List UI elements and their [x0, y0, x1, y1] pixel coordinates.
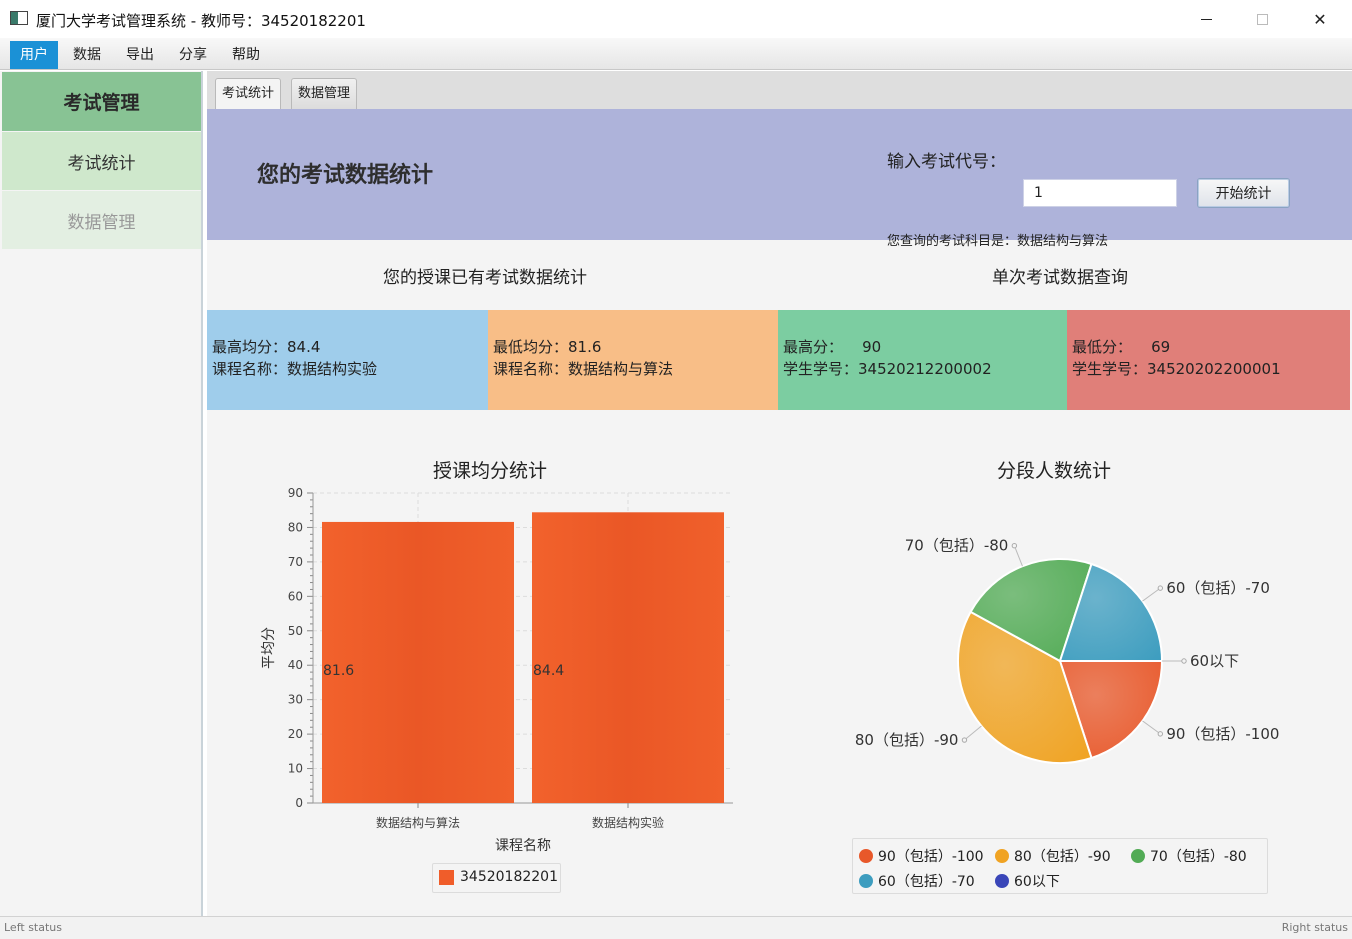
y-tick-label: 10 [288, 762, 303, 776]
bar-chart-title: 授课均分统计 [433, 460, 548, 482]
card-line: 学生学号：34520202200001 [1072, 360, 1281, 378]
y-tick-label: 70 [288, 555, 303, 569]
sidebar: 考试管理 考试统计 数据管理 [0, 71, 203, 916]
y-axis-title: 平均分 [261, 627, 277, 669]
menu-help[interactable]: 帮助 [222, 41, 270, 69]
legend-item: 60以下 [995, 871, 1060, 891]
pie-label: 60（包括）-70 [1166, 579, 1270, 597]
y-tick-label: 80 [288, 520, 303, 534]
pie-leader-line [1013, 545, 1023, 567]
legend-item: 70（包括）-80 [1131, 846, 1247, 866]
app-icon [10, 11, 28, 25]
sidebar-item-data-management[interactable]: 数据管理 [2, 191, 201, 249]
tab-strip: 考试统计 数据管理 [207, 71, 1352, 109]
menu-export[interactable]: 导出 [116, 41, 164, 69]
legend-item: 34520182201 [439, 869, 558, 885]
course-stats-title: 您的授课已有考试数据统计 [383, 268, 587, 288]
tab-exam-stats[interactable]: 考试统计 [215, 78, 282, 109]
menu-share[interactable]: 分享 [169, 41, 217, 69]
pie-leader-dot [961, 737, 968, 743]
y-tick-label: 50 [288, 624, 303, 638]
pie-label: 90（包括）-100 [1166, 725, 1279, 743]
card-line: 课程名称：数据结构与算法 [493, 360, 674, 378]
window-title: 厦门大学考试管理系统 - 教师号：34520182201 [36, 12, 366, 30]
pie-chart: 90（包括）-100 80（包括）-90 70（包括）-80 60（包括）-70 60以… [855, 537, 1279, 764]
pie-leader-dot [1157, 585, 1164, 591]
legend-label: 60以下 [1014, 874, 1060, 890]
legend-item: 90（包括）-100 [859, 846, 984, 866]
pie-label: 70（包括）-80 [905, 537, 1009, 555]
y-tick-label: 90 [288, 486, 303, 500]
y-tick-label: 0 [295, 796, 303, 810]
pie-leader-dot [1011, 543, 1018, 549]
highest-avg-card: 最高均分：84.4 课程名称：数据结构实验 [207, 310, 488, 410]
x-axis-title: 课程名称 [495, 838, 551, 854]
legend-label: 34520182201 [460, 869, 558, 885]
x-tick-label: 数据结构与算法 [376, 815, 460, 830]
legend-label: 70（包括）-80 [1150, 849, 1247, 865]
maximize-icon[interactable] [1239, 4, 1285, 34]
lowest-score-card: 最低分： 69 学生学号：34520202200001 [1067, 310, 1350, 410]
pie-chart-title: 分段人数统计 [997, 460, 1112, 482]
card-line: 最高均分：84.4 [212, 338, 321, 356]
bar-chart: 0 10 20 30 40 50 60 70 80 90 81.6 数据结构与算法 84.4 数据结构实验… [261, 486, 733, 854]
title-bar: 厦门大学考试管理系统 - 教师号：34520182201 ✕ [0, 0, 1352, 38]
card-line: 最低分： 69 [1072, 338, 1171, 356]
legend-label: 80（包括）-90 [1014, 849, 1111, 865]
minimize-icon[interactable] [1183, 4, 1229, 34]
legend-item: 80（包括）-90 [995, 846, 1111, 866]
card-line: 课程名称：数据结构实验 [212, 360, 378, 378]
card-line: 最低均分：81.6 [493, 338, 602, 356]
highest-score-card: 最高分： 90 学生学号：34520212200002 [778, 310, 1067, 410]
status-left: Left status [4, 921, 62, 934]
bar-value-label: 84.4 [533, 663, 564, 679]
pie-leader-dot [1157, 731, 1164, 737]
menu-bar: 用户 数据 导出 分享 帮助 [0, 38, 1352, 70]
bar [532, 512, 724, 803]
legend-swatch [1131, 849, 1145, 863]
legend-swatch [439, 869, 454, 885]
stats-banner: 您的考试数据统计 输入考试代号： 开始统计 您查询的考试科目是：数据结构与算法 [207, 109, 1352, 249]
legend-label: 90（包括）-100 [878, 849, 984, 865]
tab-data-management[interactable]: 数据管理 [291, 78, 358, 109]
y-tick-label: 30 [288, 693, 303, 707]
pie-label: 80（包括）-90 [855, 731, 959, 749]
card-line: 学生学号：34520212200002 [783, 360, 992, 378]
legend-label: 60（包括）-70 [878, 874, 975, 890]
status-bar: Left status Right status [0, 916, 1352, 939]
page-title: 您的考试数据统计 [257, 163, 434, 188]
pie-leader-dot [1181, 658, 1187, 664]
exam-code-label: 输入考试代号： [887, 152, 1006, 172]
bar-value-label: 81.6 [323, 663, 354, 679]
exam-code-input[interactable] [1023, 179, 1177, 207]
legend-swatch [995, 874, 1009, 888]
y-tick-label: 40 [288, 658, 303, 672]
status-right: Right status [1281, 921, 1348, 934]
legend-item: 60（包括）-70 [859, 871, 975, 891]
close-icon[interactable]: ✕ [1297, 4, 1343, 34]
start-stats-button[interactable]: 开始统计 [1197, 178, 1290, 208]
menu-data[interactable]: 数据 [63, 41, 111, 69]
lowest-avg-card: 最低均分：81.6 课程名称：数据结构与算法 [488, 310, 778, 410]
main-content: 考试统计 数据管理 您的考试数据统计 输入考试代号： 开始统计 您查询的考试科目… [207, 71, 1352, 916]
bar-chart-legend: 34520182201 [432, 863, 561, 893]
card-line: 最高分： 90 [783, 338, 882, 356]
y-tick-label: 20 [288, 727, 303, 741]
pie-chart-legend: 90（包括）-100 80（包括）-90 70（包括）-80 60（包括）-70… [852, 838, 1268, 894]
sidebar-item-exam-stats[interactable]: 考试统计 [2, 132, 201, 190]
menu-user[interactable]: 用户 [10, 41, 58, 69]
pie-leader-line [1142, 587, 1161, 602]
single-exam-title: 单次考试数据查询 [992, 268, 1128, 288]
legend-swatch [995, 849, 1009, 863]
pie-leader-line [1142, 720, 1161, 735]
legend-swatch [859, 874, 873, 888]
sidebar-header: 考试管理 [2, 72, 201, 131]
subject-text: 您查询的考试科目是：数据结构与算法 [887, 234, 1109, 249]
x-tick-label: 数据结构实验 [592, 815, 664, 830]
pie-leader-line [964, 725, 982, 741]
legend-swatch [859, 849, 873, 863]
y-tick-label: 60 [288, 589, 303, 603]
pie-label: 60以下 [1190, 652, 1239, 670]
